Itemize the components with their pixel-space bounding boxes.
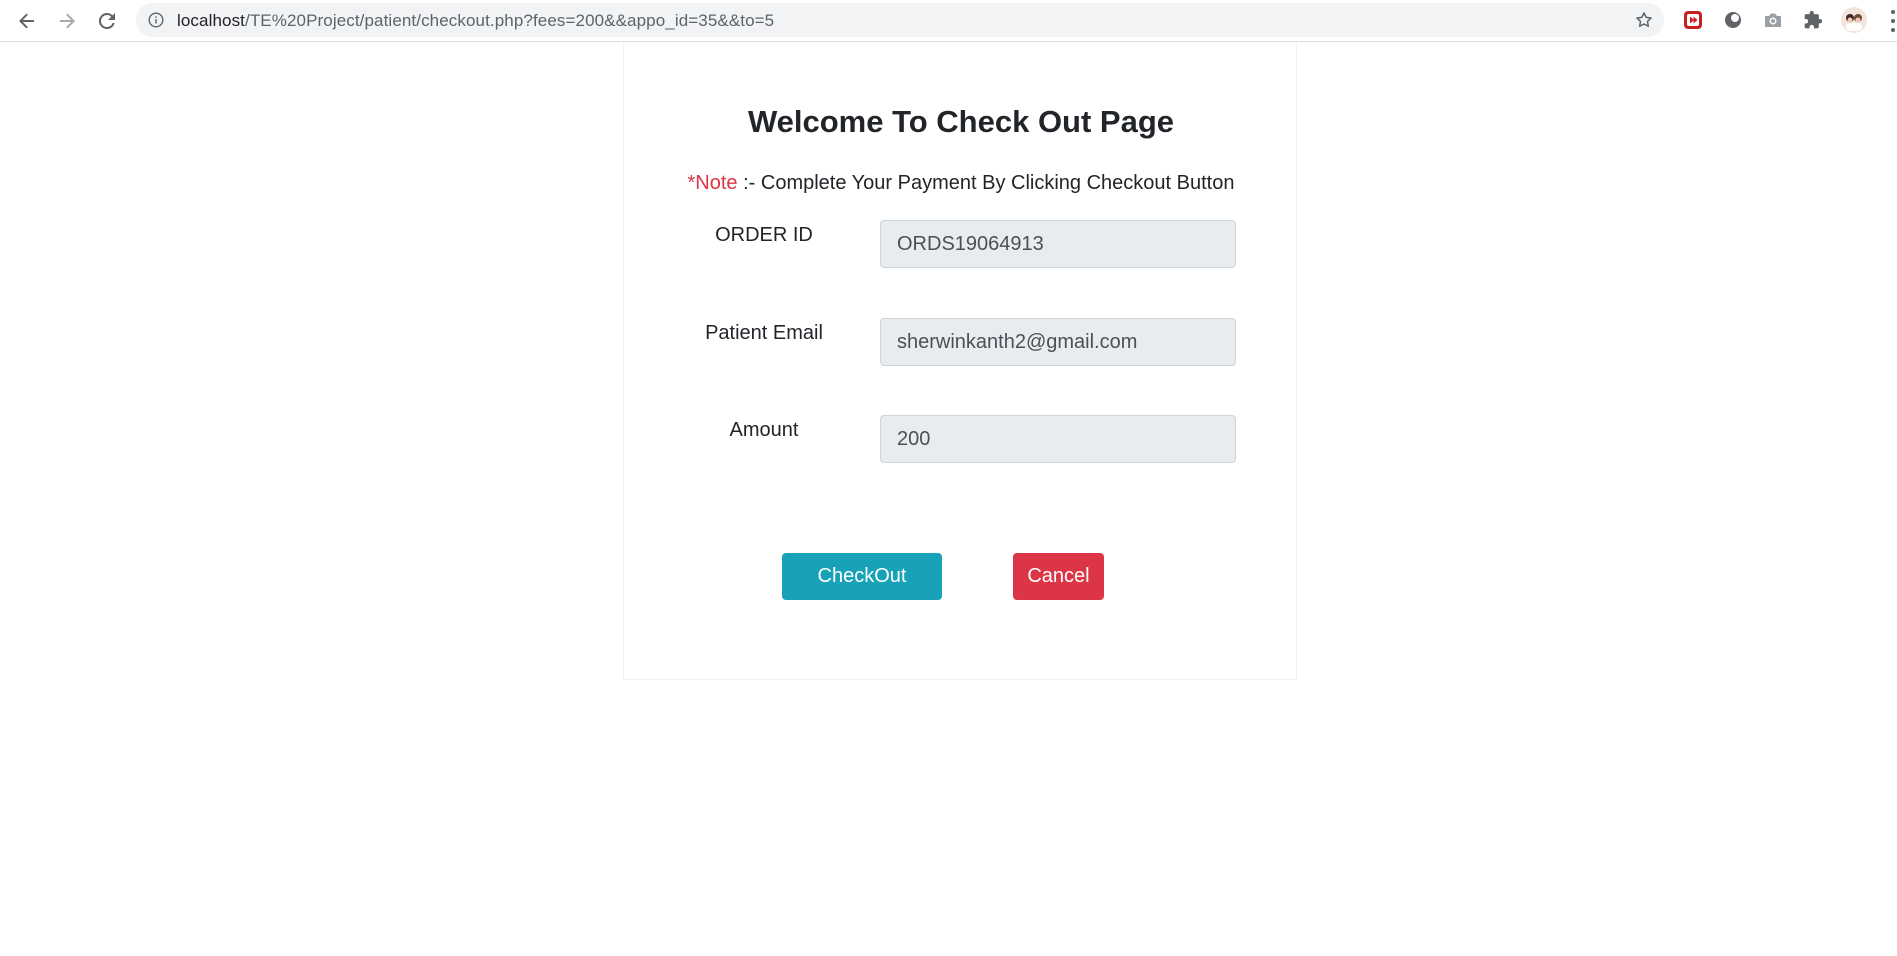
star-icon[interactable] (1634, 10, 1654, 30)
patient-email-label: Patient Email (705, 322, 823, 344)
address-bar[interactable]: localhost/TE%20Project/patient/checkout.… (136, 3, 1664, 37)
back-arrow-icon[interactable] (12, 6, 42, 36)
patient-email-field[interactable] (880, 318, 1236, 366)
browser-toolbar: localhost/TE%20Project/patient/checkout.… (0, 0, 1897, 42)
cancel-button[interactable]: Cancel (1013, 553, 1104, 600)
url-text[interactable]: localhost/TE%20Project/patient/checkout.… (177, 11, 774, 31)
order-id-label: ORDER ID (715, 224, 813, 246)
amount-field[interactable] (880, 415, 1236, 463)
info-icon[interactable] (148, 12, 164, 28)
record-extension-icon[interactable] (1681, 8, 1705, 32)
profile-avatar-icon[interactable] (1840, 6, 1868, 34)
note-label: *Note (687, 172, 738, 194)
checkout-button[interactable]: CheckOut (782, 553, 942, 600)
menu-dots-icon[interactable] (1889, 10, 1897, 32)
forward-arrow-icon[interactable] (52, 6, 82, 36)
page-title: Welcome To Check Out Page (747, 104, 1175, 139)
url-path: /TE%20Project/patient/checkout.php?fees=… (245, 11, 775, 30)
camera-extension-icon[interactable] (1761, 8, 1785, 32)
note-text: :- Complete Your Payment By Clicking Che… (737, 172, 1235, 194)
reload-icon[interactable] (92, 6, 122, 36)
url-host: localhost (177, 11, 245, 30)
circle-extension-icon[interactable] (1721, 8, 1745, 32)
checkout-card: Welcome To Check Out Page *Note :- Compl… (623, 42, 1297, 680)
amount-label: Amount (729, 419, 799, 441)
puzzle-extension-icon[interactable] (1801, 8, 1825, 32)
order-id-field[interactable] (880, 220, 1236, 268)
note-line: *Note :- Complete Your Payment By Clicki… (624, 172, 1298, 195)
